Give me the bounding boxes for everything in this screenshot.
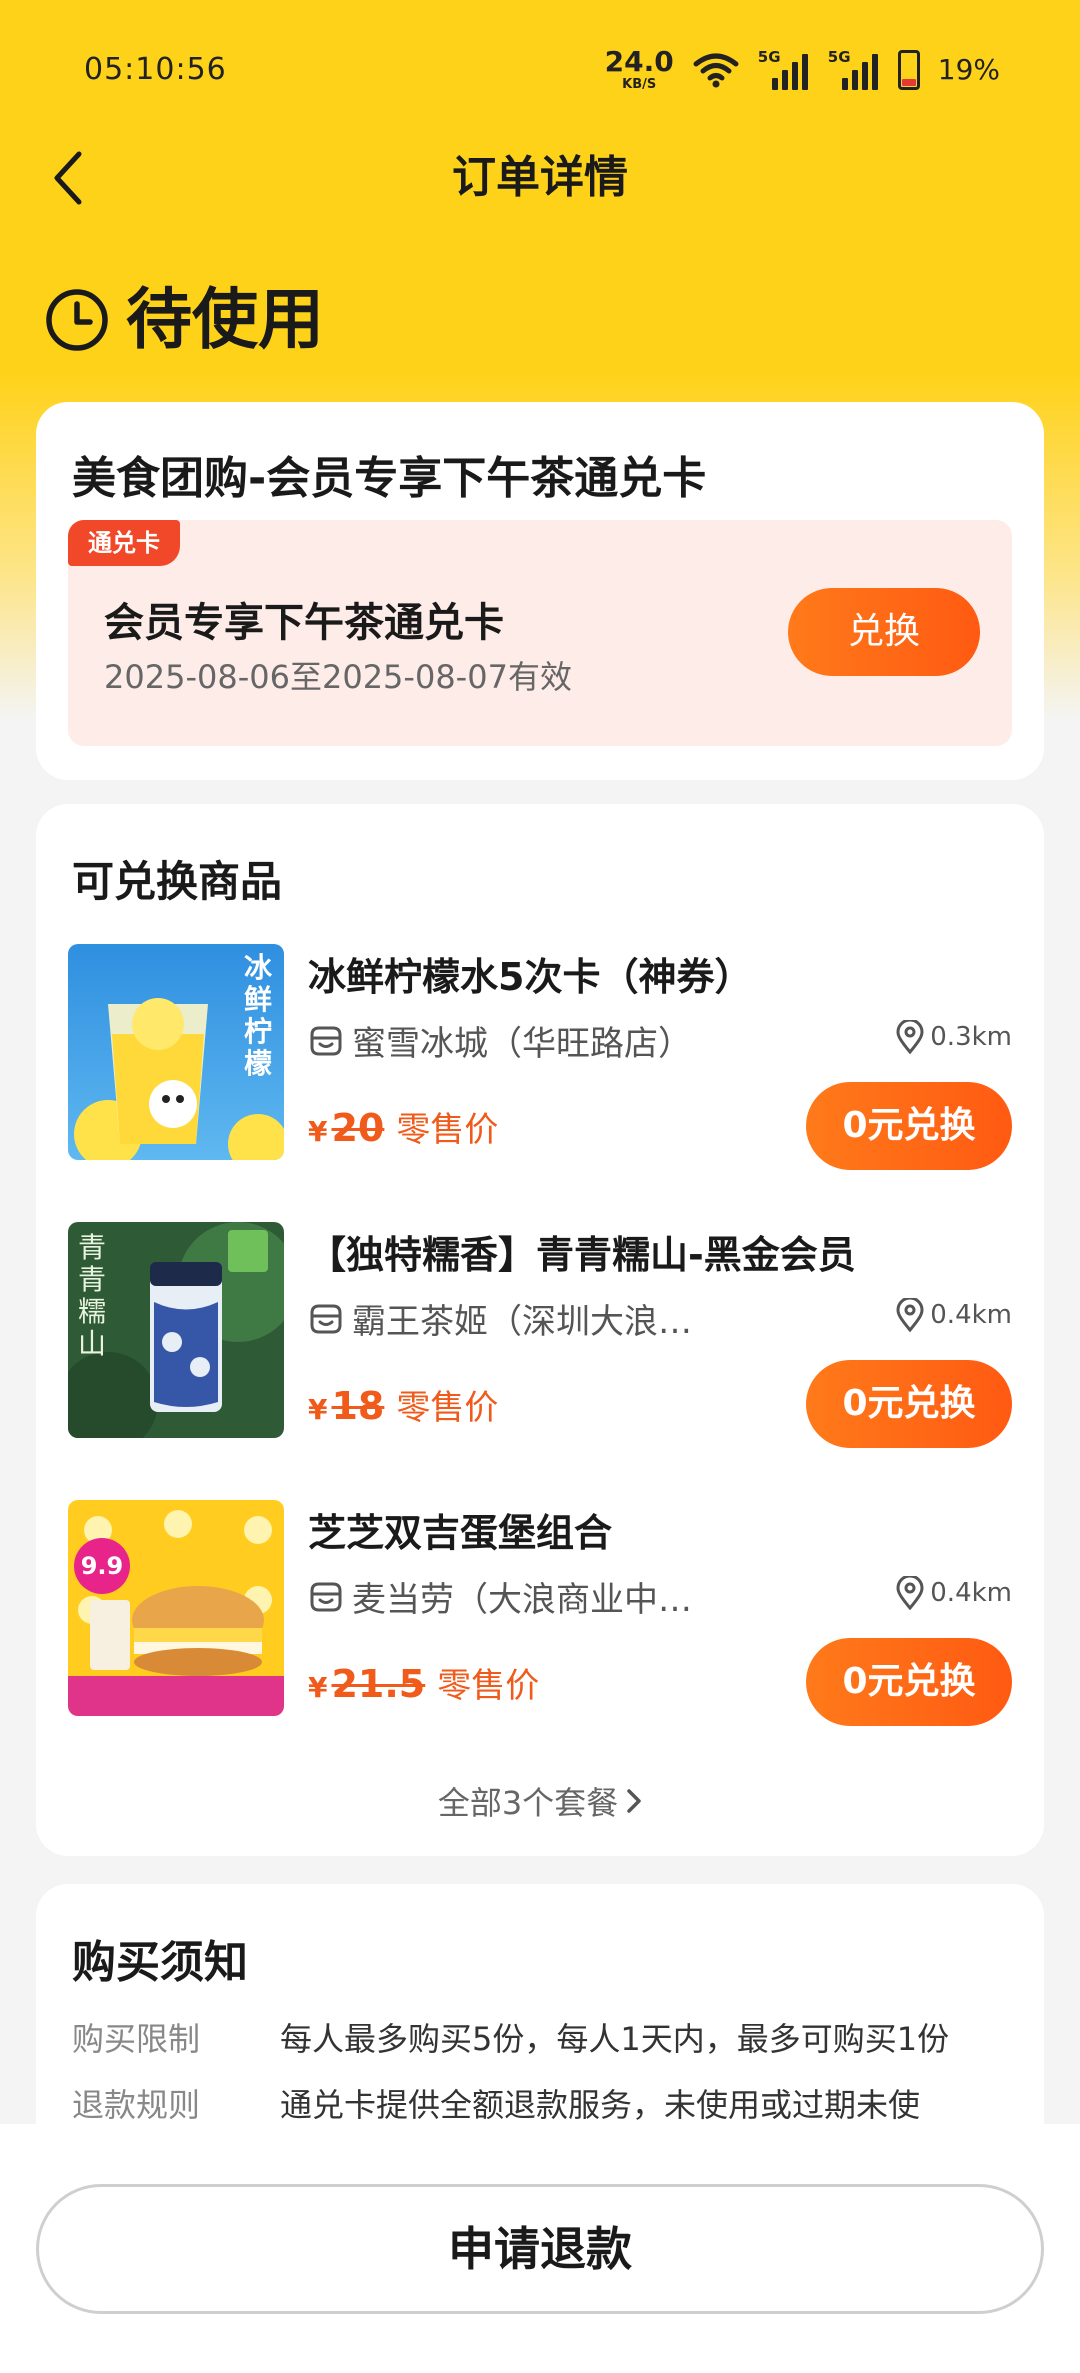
- free-redeem-button[interactable]: 0元兑换: [806, 1360, 1012, 1448]
- signal-type-label: 5G: [757, 47, 781, 66]
- product-thumbnail-tea: 青青糯山: [68, 1222, 284, 1438]
- network-speed: 24.0 KB/S: [604, 45, 674, 92]
- clock-icon: [46, 289, 108, 351]
- notice-title: 购买须知: [72, 1937, 248, 1988]
- notice-key: 购买限制: [72, 2020, 201, 2058]
- product-distance-value: 0.4km: [930, 1578, 1012, 1608]
- store-icon: [310, 1304, 342, 1333]
- section-title: 可兑换商品: [72, 857, 283, 906]
- status-bar: 05:10:56 24.0 KB/S 5G 5G 19%: [0, 0, 1080, 140]
- lemonade-thumb-label: 冰鲜柠檬: [244, 951, 273, 1080]
- see-all-label: 全部3个套餐: [437, 1784, 619, 1822]
- currency-symbol: ¥: [308, 1671, 328, 1704]
- product-shop: 蜜雪冰城（华旺路店）: [308, 1016, 692, 1065]
- product-thumbnail-burger: 9.9: [68, 1500, 284, 1716]
- voucher-validity: 2025-08-06至2025-08-07有效: [104, 658, 572, 696]
- signal-icon: 5G: [757, 47, 810, 90]
- store-icon: [310, 1026, 342, 1055]
- burger-price-badge: 9.9: [74, 1538, 130, 1594]
- product-name: 【独特糯香】青青糯山-黑金会员: [308, 1233, 856, 1277]
- signal-icon-2: 5G: [827, 47, 880, 90]
- product-shop: 麦当劳（大浪商业中…: [308, 1572, 692, 1621]
- notice-value: 每人最多购买5份，每人1天内，最多可购买1份: [280, 2020, 950, 2058]
- product-price: ¥ 21.5 零售价: [308, 1658, 539, 1707]
- chevron-left-icon: [54, 151, 82, 205]
- battery-icon: [897, 49, 920, 90]
- order-status-text: 待使用: [126, 281, 324, 358]
- product-distance: 0.3km: [896, 1020, 1012, 1054]
- notice-key: 退款规则: [72, 2086, 201, 2124]
- product-distance: 0.4km: [896, 1576, 1012, 1610]
- retail-price-label: 零售价: [396, 1110, 499, 1150]
- product-price: ¥ 20 零售价: [308, 1102, 498, 1151]
- battery-percent: 19%: [937, 53, 1000, 86]
- product-item[interactable]: 9.9 芝芝双吉蛋堡组合 麦当劳（大浪商业中… 0.4km ¥ 21.5 零售价…: [68, 1500, 1012, 1726]
- product-name: 冰鲜柠檬水5次卡（神券）: [308, 955, 753, 999]
- location-pin-icon: [896, 1020, 924, 1054]
- product-shop-name: 麦当劳（大浪商业中…: [352, 1580, 692, 1620]
- voucher-name: 会员专享下午茶通兑卡: [104, 600, 504, 646]
- retail-price: 20: [331, 1106, 385, 1150]
- redeemable-products-card: 可兑换商品 冰鲜柠檬 冰鲜柠檬水5次卡（神券） 蜜雪冰城（华旺路店） 0.3km…: [36, 804, 1044, 1856]
- exchange-button[interactable]: 兑换: [788, 588, 980, 676]
- battery-fill: [901, 79, 916, 86]
- signal-type-label-2: 5G: [827, 47, 851, 66]
- notice-row-purchase-limit: 购买限制 每人最多购买5份，每人1天内，最多可购买1份: [72, 2014, 949, 2060]
- back-button[interactable]: [38, 148, 98, 208]
- product-name: 芝芝双吉蛋堡组合: [308, 1511, 613, 1555]
- voucher-badge: 通兑卡: [68, 520, 180, 566]
- product-distance-value: 0.4km: [930, 1300, 1012, 1330]
- tea-thumb-label: 青青糯山: [78, 1231, 107, 1360]
- product-shop-name: 蜜雪冰城（华旺路店）: [352, 1024, 692, 1064]
- retail-price-label: 零售价: [396, 1388, 499, 1428]
- see-all-packages-link[interactable]: 全部3个套餐: [36, 1778, 1044, 1824]
- product-shop-name: 霸王茶姬（深圳大浪…: [352, 1302, 692, 1342]
- product-price: ¥ 18 零售价: [308, 1380, 498, 1429]
- product-item[interactable]: 青青糯山 【独特糯香】青青糯山-黑金会员 霸王茶姬（深圳大浪… 0.4km ¥ …: [68, 1222, 1012, 1448]
- product-shop: 霸王茶姬（深圳大浪…: [308, 1294, 692, 1343]
- currency-symbol: ¥: [308, 1393, 328, 1426]
- retail-price: 18: [331, 1384, 385, 1428]
- wifi-icon: [693, 53, 739, 87]
- refund-button[interactable]: 申请退款: [36, 2184, 1044, 2314]
- location-pin-icon: [896, 1576, 924, 1610]
- notice-value: 通兑卡提供全额退款服务，未使用或过期未使: [280, 2086, 921, 2124]
- product-thumbnail-lemonade: 冰鲜柠檬: [68, 944, 284, 1160]
- retail-price: 21.5: [331, 1662, 426, 1706]
- chevron-right-icon: [627, 1789, 641, 1813]
- free-redeem-button[interactable]: 0元兑换: [806, 1082, 1012, 1170]
- voucher-detail: 通兑卡 会员专享下午茶通兑卡 2025-08-06至2025-08-07有效 兑…: [68, 520, 1012, 746]
- status-time: 05:10:56: [84, 52, 227, 87]
- network-speed-value: 24.0: [604, 45, 674, 78]
- product-distance: 0.4km: [896, 1298, 1012, 1332]
- retail-price-label: 零售价: [437, 1666, 540, 1706]
- status-indicators: 24.0 KB/S 5G 5G 19%: [604, 45, 1000, 92]
- store-icon: [310, 1582, 342, 1611]
- order-status: 待使用: [44, 280, 324, 360]
- burger-badge-text: 9.9: [80, 1552, 124, 1580]
- currency-symbol: ¥: [308, 1115, 328, 1148]
- voucher-card: 美食团购-会员专享下午茶通兑卡 通兑卡 会员专享下午茶通兑卡 2025-08-0…: [36, 402, 1044, 780]
- network-speed-unit: KB/S: [622, 77, 657, 92]
- notice-row-refund-rule: 退款规则 通兑卡提供全额退款服务，未使用或过期未使: [72, 2080, 920, 2126]
- voucher-card-title: 美食团购-会员专享下午茶通兑卡: [72, 453, 707, 504]
- product-item[interactable]: 冰鲜柠檬 冰鲜柠檬水5次卡（神券） 蜜雪冰城（华旺路店） 0.3km ¥ 20 …: [68, 944, 1012, 1170]
- free-redeem-button[interactable]: 0元兑换: [806, 1638, 1012, 1726]
- bottom-action-bar: 申请退款: [0, 2124, 1080, 2373]
- location-pin-icon: [896, 1298, 924, 1332]
- product-distance-value: 0.3km: [930, 1022, 1012, 1052]
